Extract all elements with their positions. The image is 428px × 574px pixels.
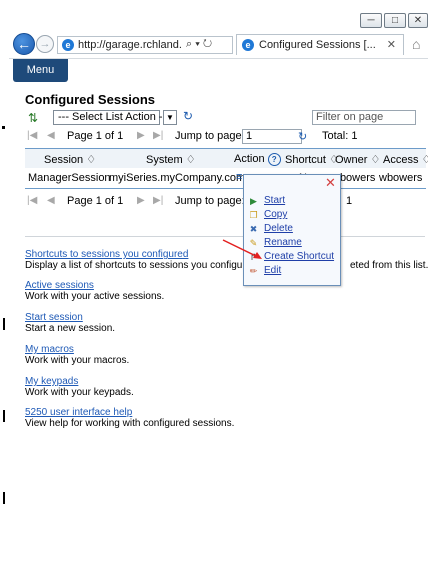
total-count: Total: 1 [322, 130, 358, 142]
shortcuts-desc: Display a list of shortcuts to sessions … [25, 260, 428, 271]
help-icon[interactable]: ? [267, 153, 281, 166]
active-sessions-desc: Work with your active sessions. [25, 291, 165, 302]
column-action-label: Action [234, 153, 265, 165]
menu-button[interactable]: Menu [13, 59, 68, 82]
link-active-sessions: Active sessions Work with your active se… [25, 280, 164, 302]
my-macros-link[interactable]: My macros [25, 344, 129, 355]
close-window-button[interactable]: ✕ [408, 13, 428, 28]
page-title: Configured Sessions [25, 92, 156, 107]
column-access[interactable]: Access ♢ [383, 153, 428, 166]
pager-top: |◀ ◀ Page 1 of 1 ▶ ▶| Jump to page: 1 ↻ … [25, 129, 425, 145]
column-system[interactable]: System ♢ [146, 153, 196, 166]
address-url: http://garage.rchland. [78, 39, 182, 51]
shortcuts-link[interactable]: Shortcuts to sessions you configured [25, 249, 257, 260]
first-page-icon[interactable]: |◀ [27, 195, 37, 206]
start-session-link[interactable]: Start session [25, 312, 115, 323]
link-my-macros: My macros Work with your macros. [25, 344, 129, 366]
tab-title: Configured Sessions [... [259, 39, 376, 51]
delete-icon: ✖ [249, 224, 258, 234]
chevron-down-icon[interactable]: ▼ [163, 110, 177, 125]
forward-arrow-icon: → [39, 38, 51, 50]
start-icon: ▶ [250, 196, 257, 206]
table-header: Session ♢ System ♢ Action ? Shortcut ♢ O… [25, 148, 428, 170]
margin-bar [3, 410, 5, 422]
edit-icon: ✏ [249, 266, 258, 276]
browser-tab[interactable]: e Configured Sessions [... ✕ [236, 34, 404, 55]
home-icon[interactable]: ⌂ [412, 36, 420, 52]
maximize-icon: □ [391, 15, 399, 26]
back-arrow-icon: ← [17, 36, 31, 52]
list-action-select[interactable]: --- Select List Action --- [53, 110, 170, 125]
column-action: Action ? [234, 153, 281, 166]
margin-bar [3, 492, 5, 504]
sync-icon[interactable]: ⇅ [28, 111, 38, 125]
my-keypads-link[interactable]: My keypads [25, 376, 134, 387]
tab-close-icon[interactable]: ✕ [387, 38, 396, 51]
column-session[interactable]: Session ♢ [44, 153, 96, 166]
column-owner[interactable]: Owner ♢ [335, 153, 380, 166]
link-help: 5250 user interface help View help for w… [25, 407, 234, 429]
pager-bottom: |◀ ◀ Page 1 of 1 ▶ ▶| Jump to page: 1 [25, 194, 425, 210]
menu-item-label: Rename [264, 237, 302, 248]
address-bar-icons[interactable]: ⌕ ▾ ↻ [186, 38, 212, 51]
my-keypads-desc: Work with your keypads. [25, 387, 134, 398]
next-page-icon[interactable]: ▶ [137, 195, 145, 206]
table-row[interactable]: ManagerSession myiSeries.myCompany.com ≡… [25, 168, 426, 189]
last-page-icon[interactable]: ▶| [153, 195, 163, 206]
jump-label: Jump to page: [175, 195, 245, 207]
jump-page-input[interactable]: 1 [242, 129, 302, 144]
my-macros-desc: Work with your macros. [25, 355, 130, 366]
margin-bar [3, 318, 5, 330]
prev-page-icon[interactable]: ◀ [47, 195, 55, 206]
back-button[interactable]: ← [13, 33, 35, 55]
margin-dot [2, 126, 5, 129]
page-indicator: Page 1 of 1 [67, 130, 124, 142]
column-shortcut[interactable]: Shortcut ♢ [285, 153, 339, 166]
action-menu-icon[interactable]: ≡ [236, 171, 242, 183]
shortcuts-desc-tail: eted from this list. [350, 260, 428, 271]
forward-button[interactable]: → [36, 35, 54, 53]
ie-page-icon: e [62, 39, 74, 51]
minimize-button[interactable]: ─ [360, 13, 382, 28]
menu-item-label: Create Shortcut [264, 251, 335, 262]
active-sessions-link[interactable]: Active sessions [25, 280, 164, 291]
refresh-icon[interactable]: ↻ [298, 130, 307, 143]
menu-item-label: Delete [264, 223, 293, 234]
address-bar[interactable]: e http://garage.rchland. ⌕ ▾ ↻ [57, 36, 233, 54]
cell-session: ManagerSession [28, 172, 111, 184]
page-indicator: Page 1 of 1 [67, 195, 124, 207]
link-my-keypads: My keypads Work with your keypads. [25, 376, 134, 398]
action-popup-menu: ✕ ▶ Start ❐ Copy ✖ Delete ✎ Rename ↱ Cre… [243, 174, 341, 286]
shortcuts-desc-start: Display a list of shortcuts to sessions … [25, 260, 257, 271]
link-start-session: Start session Start a new session. [25, 312, 115, 334]
menu-item-label: Start [264, 195, 286, 206]
page-number: 1 [346, 195, 353, 207]
start-session-desc: Start a new session. [25, 323, 116, 334]
cell-system: myiSeries.myCompany.com [109, 172, 246, 184]
help-link[interactable]: 5250 user interface help [25, 407, 234, 418]
last-page-icon[interactable]: ▶| [153, 130, 163, 141]
copy-icon: ❐ [249, 210, 258, 220]
cell-access: wbowers [379, 172, 423, 184]
close-icon: ✕ [413, 15, 423, 26]
section-divider [25, 236, 425, 237]
go-icon[interactable]: ↻ [183, 109, 193, 123]
filter-input[interactable]: Filter on page [312, 110, 416, 125]
shortcut-icon: ↱ [249, 252, 258, 262]
help-desc: View help for working with configured se… [25, 418, 235, 429]
prev-page-icon[interactable]: ◀ [47, 130, 55, 141]
list-toolbar: ⇅ --- Select List Action --- ▼ ↻ Filter … [25, 109, 425, 127]
minimize-icon: ─ [367, 15, 375, 26]
menu-item-label: Copy [264, 209, 288, 220]
rename-icon: ✎ [249, 238, 258, 248]
maximize-button[interactable]: □ [384, 13, 406, 28]
jump-label: Jump to page: [175, 130, 245, 142]
next-page-icon[interactable]: ▶ [137, 130, 145, 141]
close-icon[interactable]: ✕ [325, 176, 336, 189]
tab-favicon-icon: e [242, 39, 254, 51]
first-page-icon[interactable]: |◀ [27, 130, 37, 141]
link-shortcuts: Shortcuts to sessions you configured Dis… [25, 249, 428, 271]
menu-item-label: Edit [264, 265, 282, 276]
